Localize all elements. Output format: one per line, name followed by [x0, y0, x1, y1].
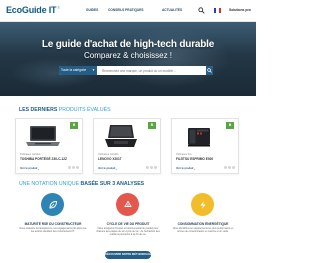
eco-score-badge: B	[148, 122, 156, 129]
product-category: Ordinateur portable	[20, 153, 41, 156]
section-title-products: Les derniers produits évalués	[19, 107, 111, 113]
eco-score-badge: B	[70, 122, 78, 129]
feature-title: Cycle de vie du produit	[106, 222, 150, 226]
product-card[interactable]: B Ordinateur fixe FUJITSU ESPRIMO E920 V…	[171, 118, 239, 174]
section-title-notation: Une notation unique basée sur 3 analyses	[19, 181, 145, 187]
feature-maturite-rse: Maturité RSE du constructeur Nous évaluo…	[15, 190, 91, 244]
search-submit-button[interactable]	[206, 66, 213, 75]
recycle-icon	[116, 193, 139, 216]
feature-description: Nous analysons l'impact environnemental …	[96, 227, 160, 237]
card-criteria-icons	[224, 166, 235, 169]
discover-methodology-button[interactable]: Découvrir notre méthodologie	[105, 251, 154, 259]
arrow-right-icon: ›	[194, 167, 195, 171]
logo[interactable]: EcoGuide IT♁	[6, 5, 61, 15]
laptop-icon	[105, 125, 137, 147]
product-name[interactable]: LENOVO X201T	[98, 157, 122, 161]
logo-leaf-icon: ♁	[56, 5, 61, 11]
product-category: Ordinateur portable	[98, 153, 119, 156]
search-input[interactable]	[97, 66, 206, 75]
hero-subtitle: Comparez & choisissez !	[83, 51, 173, 60]
bolt-icon	[191, 193, 214, 216]
chevron-down-icon: ▼	[92, 68, 95, 72]
product-card[interactable]: B Ordinateur portable TOSHIBA PORTÉGÉ Z3…	[15, 118, 83, 174]
feature-cycle-de-vie: Cycle de vie du produit Nous analysons l…	[90, 190, 166, 244]
category-select[interactable]: Toute la catégorie ▼	[59, 66, 97, 75]
arrow-right-icon: ›	[116, 167, 117, 171]
nav-guides[interactable]: Guides	[86, 8, 98, 12]
desktop-tower-icon	[188, 128, 210, 147]
search-icon	[207, 68, 212, 73]
product-name[interactable]: FUJITSU ESPRIMO E920	[176, 157, 213, 161]
eco-score-badge: B	[226, 122, 234, 129]
view-product-link[interactable]: Voir le produit	[98, 167, 115, 170]
hero-banner: Le guide d'achat de high-tech durable Co…	[0, 22, 256, 96]
card-criteria-icons	[146, 166, 157, 169]
language-flag-fr-icon[interactable]	[214, 8, 221, 13]
top-navigation-bar: EcoGuide IT♁ Guides Conseils pratiques A…	[0, 0, 256, 22]
view-product-link[interactable]: Voir le produit	[176, 167, 193, 170]
nav-actualites[interactable]: Actualités	[162, 8, 182, 12]
nav-conseils-pratiques[interactable]: Conseils pratiques	[108, 8, 144, 12]
hero-search-bar: Toute la catégorie ▼	[59, 66, 213, 75]
feature-description: Nous évaluons la transparence, les engag…	[19, 227, 87, 234]
product-image-laptop	[20, 122, 66, 150]
notation-features: Maturité RSE du constructeur Nous évaluo…	[15, 190, 241, 244]
product-card[interactable]: B Ordinateur portable LENOVO X201T Voir …	[93, 118, 161, 174]
laptop-icon	[26, 126, 60, 146]
arrow-right-icon: ›	[38, 167, 39, 171]
leaf-icon	[41, 193, 64, 216]
product-image-desktop	[176, 122, 222, 150]
view-product-link[interactable]: Voir le produit	[20, 167, 37, 170]
search-icon[interactable]	[198, 7, 205, 14]
product-cards: B Ordinateur portable TOSHIBA PORTÉGÉ Z3…	[15, 118, 241, 174]
feature-title: Maturité RSE du constructeur	[24, 222, 82, 226]
hero-title: Le guide d'achat de high-tech durable	[41, 39, 215, 50]
product-image-laptop	[98, 122, 144, 150]
card-criteria-icons	[68, 166, 79, 169]
feature-description: Nous identifions les équipements les plu…	[172, 227, 234, 234]
feature-title: Consommation énergétique	[177, 222, 229, 226]
product-category: Ordinateur fixe	[176, 153, 192, 156]
feature-consommation: Consommation énergétique Nous identifion…	[165, 190, 241, 244]
solutions-pro-link[interactable]: Solutions pro	[229, 8, 251, 12]
product-name[interactable]: TOSHIBA PORTÉGÉ Z30-C-12Z	[20, 157, 67, 161]
